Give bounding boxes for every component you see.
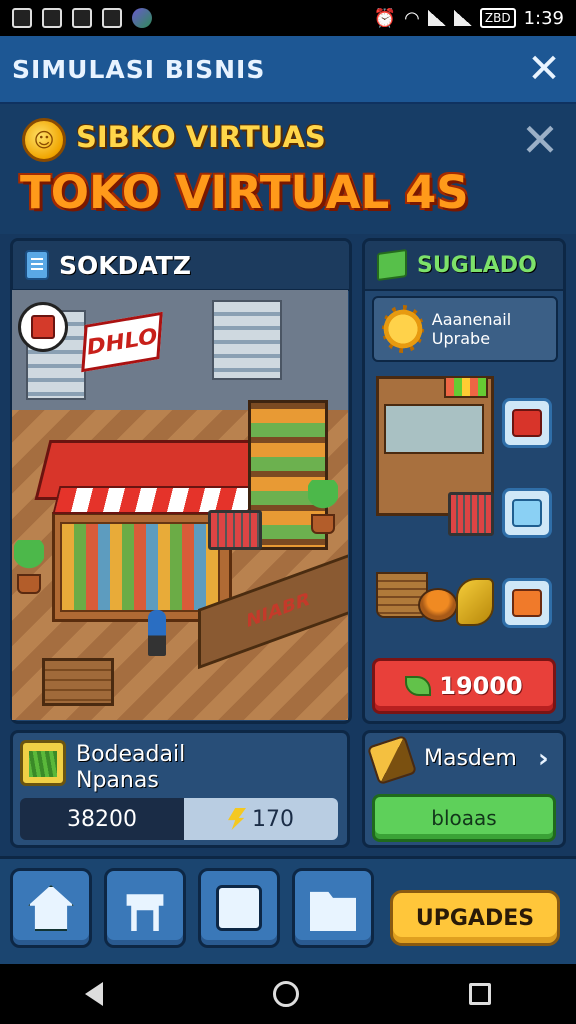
nav-home-button[interactable] xyxy=(10,868,92,948)
store-badge[interactable] xyxy=(18,302,68,352)
nav-device-button[interactable] xyxy=(198,868,280,948)
signal-icon-2 xyxy=(453,10,472,26)
machine-item-button[interactable] xyxy=(502,578,552,628)
device-icon xyxy=(216,885,262,931)
upgrade-card-text: Aaanenail Uprabe xyxy=(431,310,512,348)
folder-icon xyxy=(310,891,356,931)
machine-icon xyxy=(512,589,542,617)
price-value: 19000 xyxy=(439,672,523,700)
chevron-right-icon[interactable]: › xyxy=(538,744,549,774)
money-stat: 38200 xyxy=(20,798,184,840)
wall-shelf-right xyxy=(212,300,282,380)
water-tank-icon xyxy=(512,499,542,527)
green-cube-icon xyxy=(377,248,407,282)
store-panel-header: SOKDATZ xyxy=(13,241,349,291)
battery-indicator: ZBD xyxy=(479,8,516,28)
nav-table-button[interactable] xyxy=(104,868,186,948)
red-cube-icon xyxy=(31,315,55,339)
status-time: 1:39 xyxy=(523,7,564,29)
grass-icon xyxy=(20,740,66,786)
nav-folder-button[interactable] xyxy=(292,868,374,948)
water-item-button[interactable] xyxy=(502,488,552,538)
plant-pot-right xyxy=(311,514,335,534)
home-circle-icon[interactable] xyxy=(273,981,299,1007)
app-notification-icon xyxy=(72,8,92,28)
buy-price-button[interactable]: 19000 xyxy=(372,658,556,714)
task-action-button[interactable]: bloaas xyxy=(372,794,556,842)
clipboard-icon xyxy=(25,250,49,280)
gear-icon xyxy=(382,305,424,353)
orange-bowl-item[interactable] xyxy=(418,588,458,622)
game-subtitle: SIBKO VIRTUAS xyxy=(76,120,326,154)
app-title: SIMULASI BISNIS xyxy=(12,54,266,84)
back-icon[interactable] xyxy=(85,982,103,1006)
kiosk-display-case xyxy=(384,404,484,454)
close-icon[interactable]: ✕ xyxy=(518,117,562,163)
table-icon xyxy=(126,894,164,931)
signal-icon xyxy=(427,10,446,26)
shop-panel-label: SUGLADO xyxy=(417,252,537,278)
meat-item-button[interactable] xyxy=(502,398,552,448)
screenshot-notification-icon xyxy=(42,8,62,28)
upgrades-button[interactable]: UPGADES xyxy=(390,890,560,946)
store-scene[interactable]: NIABR xyxy=(12,290,348,720)
system-nav-bar xyxy=(0,964,576,1024)
app-badge-icon xyxy=(132,8,152,28)
game-title: TOKO VIRTUAL 4S xyxy=(20,166,469,219)
status-bar: ⏰ ◠ ZBD 1:39 xyxy=(0,0,576,36)
coin-icon: ☺ xyxy=(22,118,66,162)
wifi-icon: ◠ xyxy=(404,7,420,29)
cart-icon xyxy=(448,492,494,536)
gallery-notification-icon xyxy=(12,8,32,28)
meat-icon xyxy=(512,409,542,437)
info-line-1: Bodeadail xyxy=(76,742,186,767)
info-line-2: Npanas xyxy=(76,768,159,793)
plant-pot xyxy=(17,574,41,594)
mail-notification-icon xyxy=(102,8,122,28)
banana-item[interactable] xyxy=(456,578,494,626)
shopping-cart-icon xyxy=(208,510,262,550)
customer-figure xyxy=(148,610,166,656)
kiosk-fruits xyxy=(444,376,488,398)
upgrade-card[interactable]: Aaanenail Uprabe xyxy=(372,296,558,362)
store-panel-label: SOKDATZ xyxy=(59,250,191,280)
app-bar: SIMULASI BISNIS ✕ xyxy=(0,36,576,104)
recents-icon[interactable] xyxy=(469,983,491,1005)
alarm-icon: ⏰ xyxy=(373,7,397,29)
energy-value: 170 xyxy=(252,806,294,832)
shop-panel-header: SUGLADO xyxy=(365,241,563,291)
info-text: Bodeadail Npanas xyxy=(76,742,185,794)
leaf-icon xyxy=(405,676,432,696)
app-close-button[interactable]: ✕ xyxy=(524,49,564,89)
energy-stat: 170 xyxy=(184,798,338,840)
bolt-icon xyxy=(228,808,246,830)
home-icon xyxy=(28,885,74,931)
produce-crate xyxy=(42,658,114,706)
stall-goods xyxy=(60,522,220,612)
task-label[interactable]: Masdem xyxy=(424,746,517,771)
